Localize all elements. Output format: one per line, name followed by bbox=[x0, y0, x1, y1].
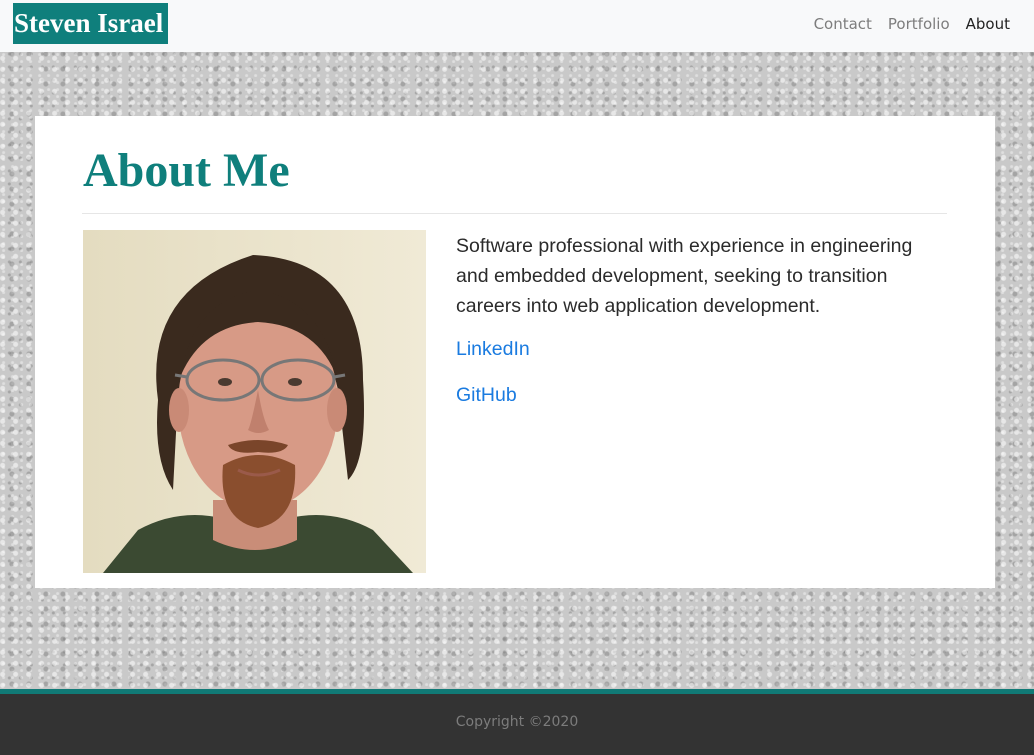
nav-link-contact[interactable]: Contact bbox=[814, 15, 872, 33]
nav-link-portfolio[interactable]: Portfolio bbox=[888, 15, 950, 33]
github-link[interactable]: GitHub bbox=[456, 384, 517, 407]
about-card: About Me Software professional with expe… bbox=[35, 116, 995, 588]
navbar: Steven Israel Contact Portfolio About bbox=[0, 0, 1034, 52]
nav-links: Contact Portfolio About bbox=[798, 0, 1010, 48]
footer: Copyright ©2020 bbox=[0, 694, 1034, 755]
linkedin-link[interactable]: LinkedIn bbox=[456, 338, 530, 361]
bio-text: Software professional with experience in… bbox=[456, 235, 913, 317]
copyright-text: Copyright ©2020 bbox=[455, 714, 579, 730]
brand-logo[interactable]: Steven Israel bbox=[13, 3, 168, 44]
profile-photo bbox=[83, 230, 426, 573]
page-title: About Me bbox=[83, 144, 290, 197]
title-divider bbox=[82, 213, 947, 214]
nav-link-about[interactable]: About bbox=[966, 15, 1010, 33]
